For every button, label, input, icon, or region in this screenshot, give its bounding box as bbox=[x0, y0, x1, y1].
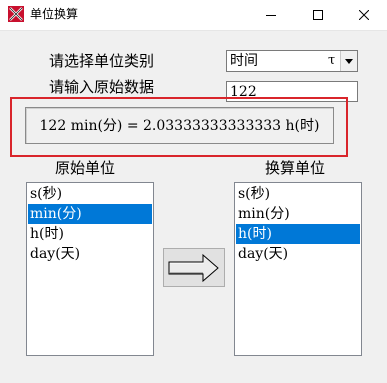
category-select-value: 时间 bbox=[230, 53, 258, 69]
chevron-down-icon bbox=[345, 58, 353, 64]
category-label: 请选择单位类别 bbox=[49, 52, 155, 70]
target-units-label: 换算单位 bbox=[265, 159, 326, 177]
value-input[interactable]: 122 bbox=[226, 81, 358, 102]
value-input-text: 122 bbox=[230, 84, 257, 100]
input-label: 请输入原始数据 bbox=[49, 78, 155, 96]
list-item[interactable]: min(分) bbox=[28, 204, 152, 224]
list-item[interactable]: h(时) bbox=[236, 224, 360, 244]
close-icon bbox=[359, 10, 369, 20]
title-bar[interactable]: 单位换算 bbox=[0, 0, 387, 31]
dropdown-arrow-button[interactable] bbox=[340, 51, 357, 71]
app-icon bbox=[8, 6, 24, 22]
list-item[interactable]: min(分) bbox=[236, 204, 360, 224]
list-item[interactable]: s(秒) bbox=[28, 184, 152, 204]
minimize-button[interactable] bbox=[248, 0, 294, 30]
window-title: 单位换算 bbox=[30, 7, 79, 21]
result-display: 122 min(分) = 2.03333333333333 h(时) bbox=[25, 107, 334, 144]
result-text: 122 min(分) = 2.03333333333333 h(时) bbox=[39, 118, 320, 134]
unit-converter-window: 单位换算 请选择单位类别 请输入原始数据 时间 τ 122 122 min(分)… bbox=[0, 0, 387, 383]
list-item[interactable]: s(秒) bbox=[236, 184, 360, 204]
maximize-icon bbox=[313, 10, 323, 20]
target-units-list[interactable]: s(秒) min(分) h(时) day(天) bbox=[234, 182, 362, 356]
convert-button[interactable] bbox=[163, 248, 225, 287]
source-units-list[interactable]: s(秒) min(分) h(时) day(天) bbox=[26, 182, 154, 356]
list-item[interactable]: day(天) bbox=[236, 244, 360, 264]
list-item[interactable]: day(天) bbox=[28, 244, 152, 264]
close-button[interactable] bbox=[341, 0, 387, 30]
source-units-label: 原始单位 bbox=[55, 159, 116, 177]
category-select[interactable]: 时间 τ bbox=[226, 50, 358, 72]
category-select-glyph: τ bbox=[328, 53, 336, 68]
list-item[interactable]: h(时) bbox=[28, 224, 152, 244]
arrow-right-icon bbox=[168, 253, 219, 282]
maximize-button[interactable] bbox=[295, 0, 341, 30]
minimize-icon bbox=[266, 15, 276, 16]
